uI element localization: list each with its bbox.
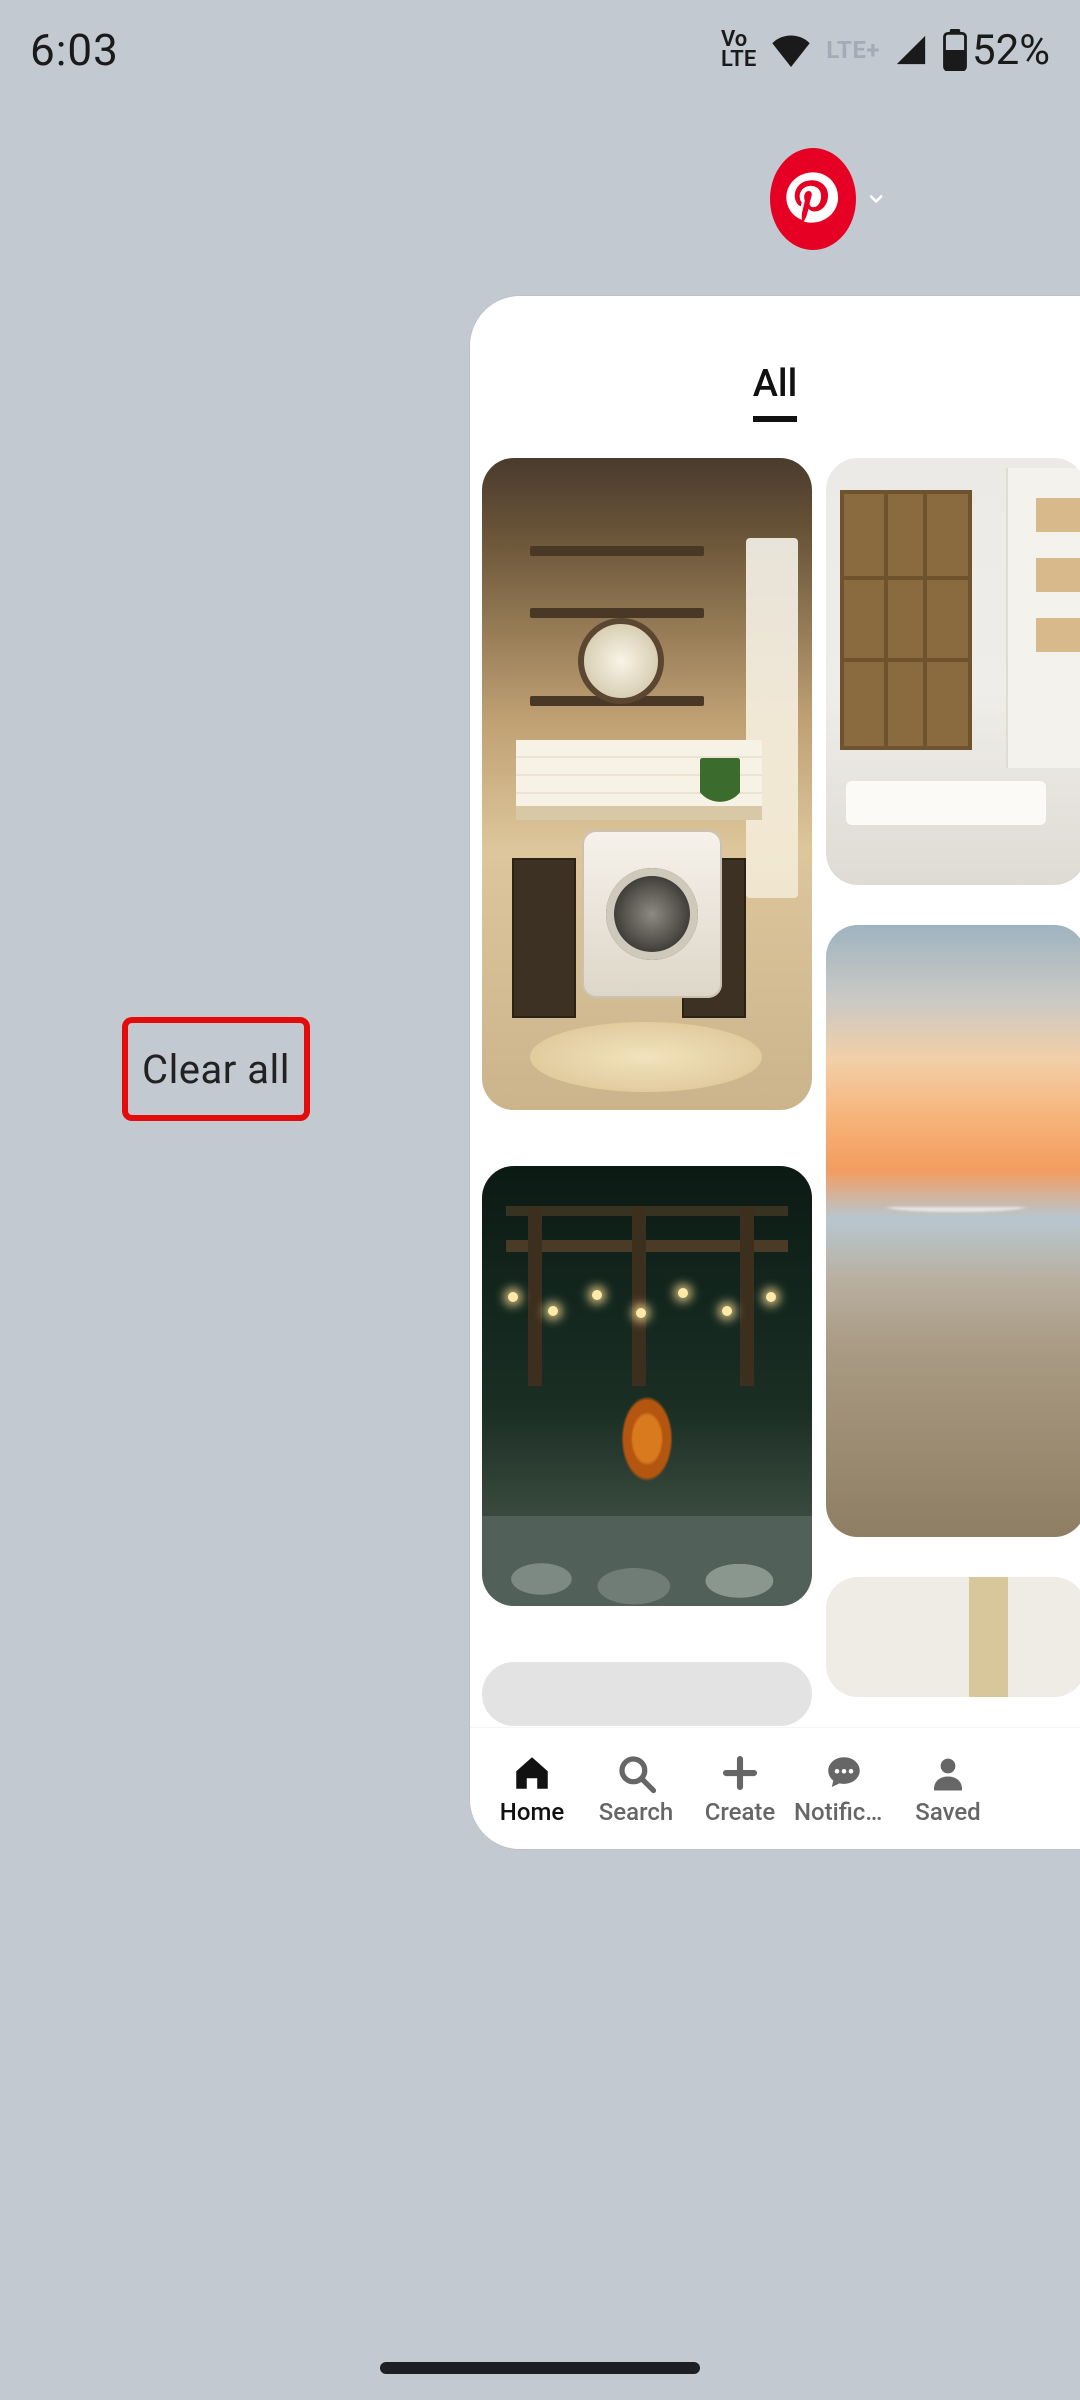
- pinterest-logo-icon: [770, 148, 856, 250]
- network-type-label: LTE+: [826, 36, 880, 64]
- chat-icon: [823, 1752, 865, 1794]
- pin-laundry-nook[interactable]: •••: [482, 458, 812, 1110]
- feed-tabs: All: [470, 296, 1080, 442]
- clock: 6:03: [30, 24, 119, 76]
- plus-icon: [719, 1752, 761, 1794]
- nav-saved-label: Saved: [915, 1798, 980, 1826]
- feed-column-a: ••• •••: [482, 458, 812, 1729]
- chevron-down-icon: [866, 187, 886, 211]
- recents-app-header[interactable]: [770, 148, 886, 250]
- feed-grid[interactable]: ••• •••: [482, 458, 1080, 1729]
- battery-status: 52%: [942, 26, 1050, 75]
- pin-backyard-patio-night[interactable]: •••: [482, 1166, 812, 1606]
- nav-notifications[interactable]: Notificat...: [792, 1752, 896, 1826]
- search-icon: [615, 1752, 657, 1794]
- wifi-icon: [770, 33, 812, 67]
- home-icon: [511, 1752, 553, 1794]
- status-icons: Vo LTE LTE+ 52%: [721, 26, 1050, 75]
- tab-all[interactable]: All: [753, 362, 798, 422]
- battery-icon: [942, 29, 968, 71]
- nav-search-label: Search: [599, 1798, 673, 1826]
- recents-app-card-pinterest[interactable]: All •••: [470, 296, 1080, 1849]
- nav-notifications-label: Notificat...: [794, 1798, 894, 1826]
- feed-column-b: [826, 458, 1080, 1729]
- profile-icon: [927, 1752, 969, 1794]
- pin-interior-room-peek[interactable]: [826, 1577, 1080, 1697]
- nav-saved[interactable]: Saved: [896, 1752, 1000, 1826]
- pin-loading-placeholder[interactable]: [482, 1662, 812, 1726]
- nav-create[interactable]: Create: [688, 1752, 792, 1826]
- nav-create-label: Create: [705, 1798, 776, 1826]
- android-status-bar: 6:03 Vo LTE LTE+ 52%: [0, 0, 1080, 100]
- nav-search[interactable]: Search: [584, 1752, 688, 1826]
- battery-percent: 52%: [972, 26, 1050, 75]
- bottom-nav: Home Search Create Notificat... Saved: [470, 1727, 1080, 1849]
- cell-signal-icon: [894, 33, 928, 67]
- pin-sunset-beach[interactable]: [826, 925, 1080, 1537]
- clear-all-button[interactable]: Clear all: [128, 1023, 304, 1115]
- gesture-nav-bar[interactable]: [380, 2362, 700, 2374]
- nav-home[interactable]: Home: [480, 1752, 584, 1826]
- clear-all-label: Clear all: [142, 1046, 290, 1093]
- nav-home-label: Home: [500, 1798, 564, 1826]
- volte-line2: LTE: [721, 50, 756, 70]
- volte-icon: Vo LTE: [721, 30, 756, 70]
- pin-entryway-door[interactable]: [826, 458, 1080, 885]
